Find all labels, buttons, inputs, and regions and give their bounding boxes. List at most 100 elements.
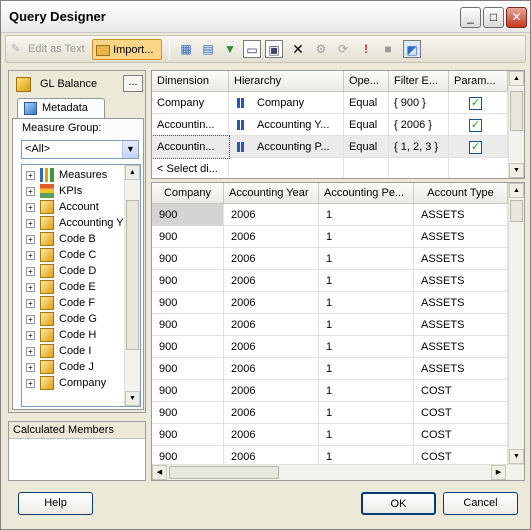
scroll-up-icon[interactable]: ▲ (125, 165, 140, 180)
filter-cell-dimension[interactable]: Accountin... (152, 114, 229, 136)
table-cell[interactable]: 1 (319, 336, 414, 358)
table-cell[interactable]: 900 (152, 292, 224, 314)
scroll-down-icon[interactable]: ▼ (125, 391, 140, 406)
scroll-up-icon[interactable]: ▲ (509, 71, 524, 86)
column-header-accounting-period[interactable]: Accounting Pe... (319, 183, 414, 204)
expand-icon[interactable]: + (26, 282, 35, 292)
scroll-left-icon[interactable]: ◀ (152, 465, 167, 480)
table-cell[interactable]: 2006 (224, 380, 319, 402)
column-header-account-type[interactable]: Account Type (414, 183, 508, 204)
show-empty-cells-icon[interactable]: ▭ (243, 40, 261, 58)
filter-cell-dimension[interactable]: Accountin... (152, 135, 230, 159)
filter-cell-param[interactable]: ✓ (449, 114, 508, 136)
expand-icon[interactable]: + (26, 346, 35, 356)
filter-cell-dimension[interactable]: Company (152, 92, 229, 114)
table-cell[interactable]: ASSETS (414, 292, 508, 314)
tree-item[interactable]: + Code J (26, 359, 94, 375)
scroll-up-icon[interactable]: ▲ (509, 183, 524, 198)
scroll-thumb[interactable] (126, 200, 139, 350)
table-cell[interactable]: 1 (319, 402, 414, 424)
table-cell[interactable]: 2006 (224, 424, 319, 446)
table-cell[interactable]: ASSETS (414, 336, 508, 358)
scroll-thumb[interactable] (510, 91, 523, 131)
expand-icon[interactable]: + (26, 298, 35, 308)
filter-new-row[interactable]: < Select di... (152, 158, 508, 178)
table-cell[interactable]: COST (414, 424, 508, 446)
tree-item[interactable]: + Code F (26, 295, 95, 311)
parameter-checkbox[interactable]: ✓ (469, 96, 482, 110)
column-header-dimension[interactable]: Dimension (152, 71, 229, 92)
expand-icon[interactable]: + (26, 362, 35, 372)
column-header-parameters[interactable]: Param... (449, 71, 508, 92)
table-cell[interactable]: 900 (152, 358, 224, 380)
ok-button[interactable]: OK (361, 492, 436, 515)
filter-cell-hierarchy[interactable]: Accounting P... (229, 136, 344, 158)
expand-icon[interactable]: + (26, 330, 35, 340)
expand-icon[interactable]: + (26, 378, 35, 388)
table-cell[interactable]: 1 (319, 314, 414, 336)
design-mode-icon[interactable]: ◩ (403, 40, 421, 58)
add-calculated-member-icon[interactable]: ▦ (177, 40, 195, 58)
filter-cell-filter[interactable]: { 2006 } (389, 114, 449, 136)
expand-icon[interactable]: + (26, 186, 35, 196)
browse-cube-button[interactable]: ... (123, 75, 143, 92)
table-cell[interactable]: 2006 (224, 248, 319, 270)
table-row[interactable]: 900 2006 1 ASSETS (152, 336, 508, 358)
close-button[interactable]: ✕ (506, 7, 527, 28)
table-cell[interactable]: 2006 (224, 358, 319, 380)
tree-item[interactable]: + Code I (26, 343, 91, 359)
auto-execute-icon[interactable]: ▼ (221, 40, 239, 58)
table-cell[interactable]: ASSETS (414, 204, 508, 226)
table-row[interactable]: 900 2006 1 COST (152, 380, 508, 402)
table-cell[interactable]: 1 (319, 204, 414, 226)
filter-vertical-scrollbar[interactable]: ▲ ▼ (508, 71, 524, 178)
table-cell[interactable]: ASSETS (414, 270, 508, 292)
table-row[interactable]: 900 2006 1 ASSETS (152, 270, 508, 292)
table-cell[interactable]: 1 (319, 248, 414, 270)
table-cell[interactable]: 2006 (224, 226, 319, 248)
table-cell[interactable]: 2006 (224, 270, 319, 292)
show-aggregates-icon[interactable]: ▤ (199, 40, 217, 58)
minimize-button[interactable]: _ (460, 7, 481, 28)
table-cell[interactable]: 1 (319, 358, 414, 380)
table-cell[interactable]: 2006 (224, 292, 319, 314)
tree-item[interactable]: + Code G (26, 311, 97, 327)
table-cell[interactable]: COST (414, 402, 508, 424)
column-header-company[interactable]: Company (152, 183, 224, 204)
parameter-checkbox[interactable]: ✓ (469, 118, 482, 132)
chevron-down-icon[interactable]: ▼ (122, 141, 138, 158)
table-cell[interactable]: 900 (152, 270, 224, 292)
table-cell[interactable]: 1 (319, 270, 414, 292)
import-button[interactable]: Import... (92, 39, 162, 60)
table-row[interactable]: 900 2006 1 ASSETS (152, 248, 508, 270)
table-cell[interactable]: COST (414, 380, 508, 402)
results-horizontal-scrollbar[interactable]: ◀ ▶ (152, 464, 524, 480)
filter-cell-operator[interactable]: Equal (344, 114, 389, 136)
table-cell[interactable]: 900 (152, 424, 224, 446)
table-cell[interactable]: 2006 (224, 314, 319, 336)
filter-cell-filter[interactable]: { 900 } (389, 92, 449, 114)
filter-cell-hierarchy[interactable]: Company (229, 92, 344, 114)
cancel-button[interactable]: Cancel (443, 492, 518, 515)
edit-as-text-button[interactable]: ✎ Edit as Text (11, 39, 85, 60)
cube-icon[interactable]: ⚙ (312, 40, 330, 58)
expand-icon[interactable]: + (26, 218, 35, 228)
column-header-hierarchy[interactable]: Hierarchy (229, 71, 344, 92)
scroll-thumb[interactable] (169, 466, 279, 479)
table-cell[interactable]: ASSETS (414, 226, 508, 248)
delete-icon[interactable]: ✕ (289, 40, 307, 58)
column-header-accounting-year[interactable]: Accounting Year (224, 183, 319, 204)
tree-item[interactable]: + KPIs (26, 183, 82, 199)
table-cell[interactable]: 900 (152, 380, 224, 402)
table-cell[interactable]: 900 (152, 402, 224, 424)
table-row[interactable]: 900 2006 1 ASSETS (152, 204, 508, 226)
table-row[interactable]: 900 2006 1 COST (152, 402, 508, 424)
table-row[interactable]: 900 2006 1 ASSETS (152, 226, 508, 248)
tree-item[interactable]: + Measures (26, 167, 107, 183)
expand-icon[interactable]: + (26, 170, 35, 180)
table-cell[interactable]: ASSETS (414, 314, 508, 336)
column-header-filter-expression[interactable]: Filter E... (389, 71, 449, 92)
scroll-down-icon[interactable]: ▼ (509, 449, 524, 464)
tree-item[interactable]: + Accounting Y (26, 215, 124, 231)
expand-icon[interactable]: + (26, 250, 35, 260)
